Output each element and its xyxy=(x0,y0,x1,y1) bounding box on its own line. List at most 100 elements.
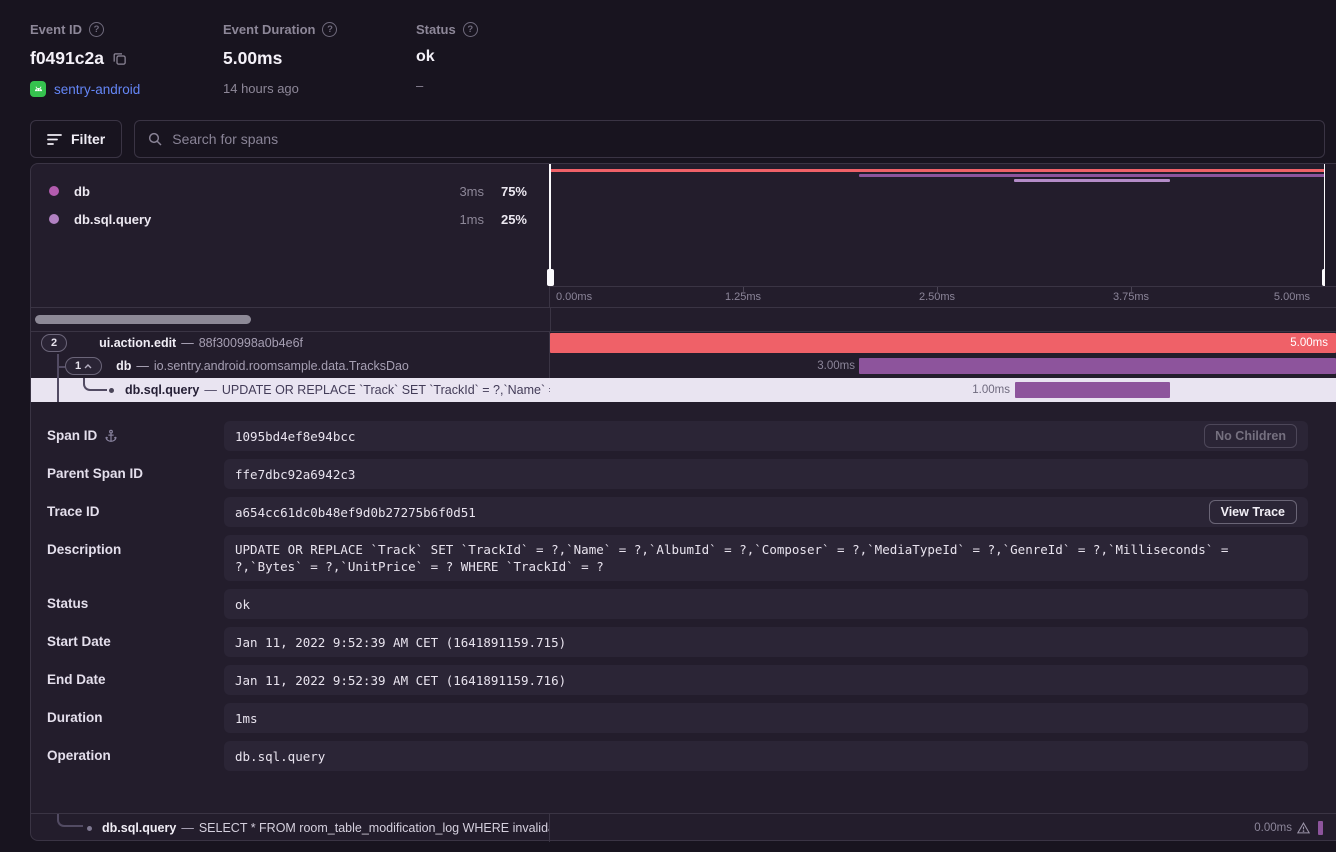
detail-row-duration: Duration 1ms xyxy=(47,703,1308,733)
tree-leaf-dot xyxy=(87,826,92,831)
detail-row-status: Status ok xyxy=(47,589,1308,619)
detail-row-trace-id: Trace ID a654cc61dc0b48ef9d0b27275b6f0d5… xyxy=(47,497,1308,527)
time-axis: 0.00ms 1.25ms 2.50ms 3.75ms 5.00ms xyxy=(550,286,1336,307)
legend-row-db[interactable]: db 3ms 75% xyxy=(31,177,549,205)
axis-tick-2: 2.50ms xyxy=(919,291,955,303)
legend-row-db-sql-query[interactable]: db.sql.query 1ms 25% xyxy=(31,205,549,233)
children-count-badge[interactable]: 1 xyxy=(65,357,102,375)
end-date-value: Jan 11, 2022 9:52:39 AM CET (1641891159.… xyxy=(235,673,566,688)
tree-leaf-dot xyxy=(109,388,114,393)
op-percent: 75% xyxy=(484,184,527,199)
minimap-span-db-sql-query xyxy=(1014,179,1170,182)
tree-connector-elbow xyxy=(57,814,83,827)
filter-label: Filter xyxy=(71,131,105,147)
trace-id-value: a654cc61dc0b48ef9d0b27275b6f0d51 xyxy=(235,505,476,520)
op-color-dot xyxy=(49,214,59,224)
axis-tick-1: 1.25ms xyxy=(725,291,761,303)
op-duration: 3ms xyxy=(432,184,484,199)
span-detail-panel: Span ID 1095bd4ef8e94bcc No Children Par… xyxy=(31,402,1336,813)
op-color-dot xyxy=(49,186,59,196)
help-icon[interactable] xyxy=(89,22,104,37)
search-input[interactable] xyxy=(172,131,1312,147)
axis-tick-0: 0.00ms xyxy=(556,291,592,303)
event-time-ago: 14 hours ago xyxy=(223,81,416,96)
op-duration: 1ms xyxy=(432,212,484,227)
chevron-up-icon xyxy=(84,364,92,369)
axis-tick-4: 5.00ms xyxy=(1274,291,1310,303)
span-status-value: ok xyxy=(235,597,250,612)
minimap-span-db xyxy=(859,174,1325,177)
tree-hscrollbar xyxy=(31,308,1336,331)
help-icon[interactable] xyxy=(463,22,478,37)
span-bar-duration: 5.00ms xyxy=(1290,337,1328,349)
span-op: db xyxy=(116,359,131,373)
span-tree: 2 ui.action.edit—88f300998a0b4e6f 5.00ms… xyxy=(31,331,1336,842)
minimap-section: db 3ms 75% db.sql.query 1ms 25% xyxy=(31,164,1336,308)
detail-row-parent-span-id: Parent Span ID ffe7dbc92a6942c3 xyxy=(47,459,1308,489)
tree-connector-tick xyxy=(57,366,65,368)
span-desc: UPDATE OR REPLACE `Track` SET `TrackId` … xyxy=(222,383,550,397)
tree-connector-elbow xyxy=(83,378,107,391)
span-id-value: 1095bd4ef8e94bcc xyxy=(235,429,355,444)
span-row-db-sql-query-select[interactable]: db.sql.query—SELECT * FROM room_table_mo… xyxy=(31,813,1336,842)
tree-connector-line xyxy=(57,378,59,402)
trace-minimap[interactable]: 0.00ms 1.25ms 2.50ms 3.75ms 5.00ms xyxy=(550,164,1336,307)
minimap-span-ui-action-edit xyxy=(550,169,1325,172)
filter-button[interactable]: Filter xyxy=(30,120,122,158)
detail-row-span-id: Span ID 1095bd4ef8e94bcc No Children xyxy=(47,421,1308,451)
span-row-db[interactable]: 1 db—io.sentry.android.roomsample.data.T… xyxy=(31,354,1336,378)
minimap-left-handle[interactable] xyxy=(549,164,551,286)
detail-row-end-date: End Date Jan 11, 2022 9:52:39 AM CET (16… xyxy=(47,665,1308,695)
search-icon xyxy=(147,131,163,147)
view-trace-button[interactable]: View Trace xyxy=(1209,500,1297,524)
status-label: Status xyxy=(416,22,456,37)
span-row-db-sql-query-selected[interactable]: db.sql.query—UPDATE OR REPLACE `Track` S… xyxy=(31,378,1336,402)
warning-icon[interactable] xyxy=(1297,822,1310,834)
description-value: UPDATE OR REPLACE `Track` SET `TrackId` … xyxy=(235,541,1297,575)
hscrollbar-thumb[interactable] xyxy=(35,315,251,324)
spans-panel: db 3ms 75% db.sql.query 1ms 25% xyxy=(30,163,1336,841)
span-bar-db-sql-query-select[interactable] xyxy=(1318,821,1323,835)
span-op: db.sql.query xyxy=(125,383,199,397)
anchor-icon[interactable] xyxy=(104,429,118,443)
filter-icon xyxy=(47,133,62,146)
help-icon[interactable] xyxy=(322,22,337,37)
status-value: ok xyxy=(416,48,435,66)
axis-tick-3: 3.75ms xyxy=(1113,291,1149,303)
span-op: ui.action.edit xyxy=(99,336,176,350)
operations-breakdown: db 3ms 75% db.sql.query 1ms 25% xyxy=(31,164,550,307)
span-bar-ui-action-edit[interactable]: 5.00ms xyxy=(550,333,1336,353)
spans-toolbar: Filter xyxy=(30,120,1325,158)
span-desc: 88f300998a0b4e6f xyxy=(199,336,303,350)
span-duration-label: 1.00ms xyxy=(972,378,1010,402)
no-children-badge: No Children xyxy=(1204,424,1297,448)
operation-value: db.sql.query xyxy=(235,749,325,764)
minimap-right-pad xyxy=(1325,164,1336,286)
span-bar-db-sql-query[interactable] xyxy=(1015,382,1170,398)
op-name: db xyxy=(74,184,432,199)
span-bar-db[interactable] xyxy=(859,358,1336,374)
detail-row-description: Description UPDATE OR REPLACE `Track` SE… xyxy=(47,535,1308,581)
minimap-chart[interactable] xyxy=(550,164,1325,286)
detail-row-operation: Operation db.sql.query xyxy=(47,741,1308,771)
event-header: Event ID f0491c2a sentry-android Event D… xyxy=(30,22,609,97)
event-duration-label: Event Duration xyxy=(223,22,315,37)
project-link[interactable]: sentry-android xyxy=(54,82,140,97)
parent-span-id-value: ffe7dbc92a6942c3 xyxy=(235,467,355,482)
span-duration-label: 0.00ms xyxy=(1254,822,1292,834)
children-count-badge[interactable]: 2 xyxy=(41,334,67,352)
span-op: db.sql.query xyxy=(102,821,176,835)
span-duration-label: 3.00ms xyxy=(817,354,855,378)
op-name: db.sql.query xyxy=(74,212,432,227)
event-id-value: f0491c2a xyxy=(30,48,104,69)
span-row-ui-action-edit[interactable]: 2 ui.action.edit—88f300998a0b4e6f 5.00ms xyxy=(31,332,1336,354)
event-id-column: Event ID f0491c2a sentry-android xyxy=(30,22,223,97)
copy-icon[interactable] xyxy=(112,51,127,66)
status-column: Status ok – xyxy=(416,22,609,97)
status-secondary: – xyxy=(416,78,609,93)
span-search xyxy=(134,120,1325,158)
event-duration-column: Event Duration 5.00ms 14 hours ago xyxy=(223,22,416,97)
event-id-label: Event ID xyxy=(30,22,82,37)
span-desc: SELECT * FROM room_table_modification_lo… xyxy=(199,821,550,835)
start-date-value: Jan 11, 2022 9:52:39 AM CET (1641891159.… xyxy=(235,635,566,650)
